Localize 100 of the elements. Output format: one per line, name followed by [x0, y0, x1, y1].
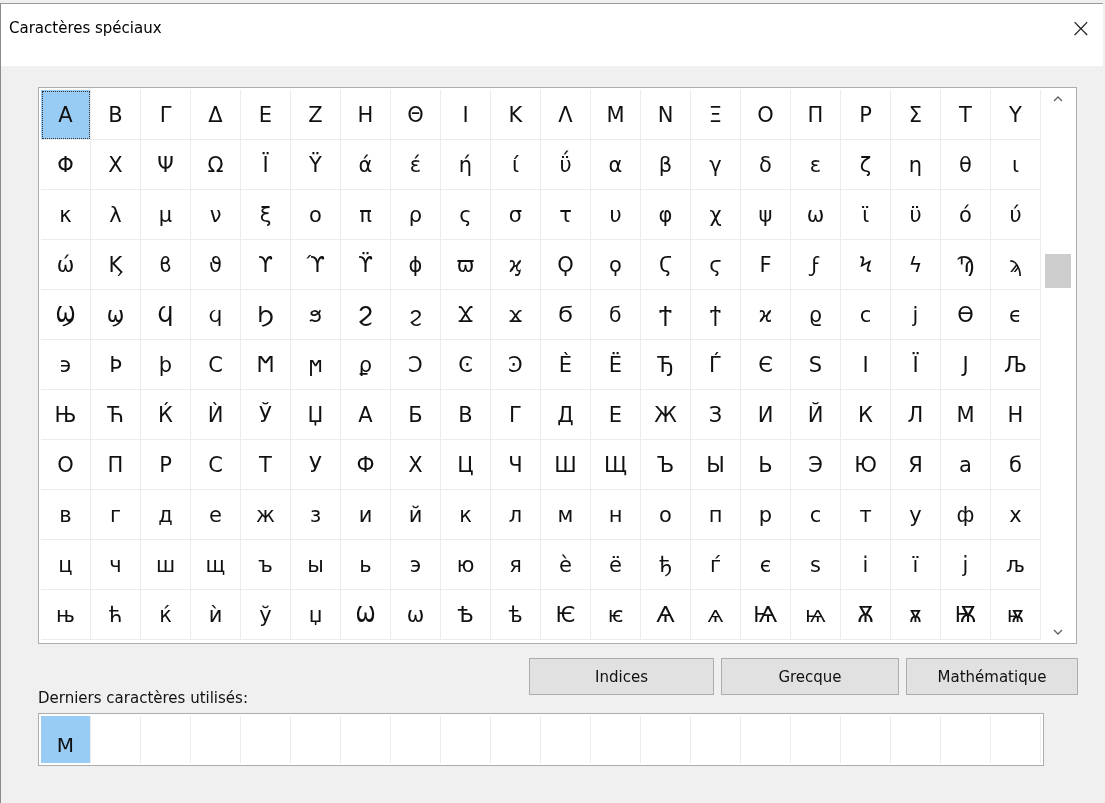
character-cell[interactable]: ϐ — [141, 240, 191, 290]
character-cell[interactable]: Ω — [191, 140, 241, 190]
character-cell[interactable]: Λ — [541, 90, 591, 140]
character-cell[interactable]: Ϩ — [341, 290, 391, 340]
character-cell[interactable]: с — [791, 490, 841, 540]
character-cell[interactable]: Ϯ — [641, 290, 691, 340]
character-cell[interactable]: ѫ — [891, 590, 941, 640]
character-cell[interactable]: ѓ — [691, 540, 741, 590]
character-cell[interactable]: Ͼ — [441, 340, 491, 390]
character-cell[interactable]: у — [891, 490, 941, 540]
character-cell[interactable]: з — [291, 490, 341, 540]
character-cell[interactable]: Щ — [591, 440, 641, 490]
character-cell[interactable]: Ϲ — [191, 340, 241, 390]
character-cell[interactable]: Ν — [641, 90, 691, 140]
character-cell[interactable]: δ — [741, 140, 791, 190]
character-cell[interactable]: м — [541, 490, 591, 540]
character-cell[interactable]: ξ — [241, 190, 291, 240]
character-cell[interactable]: Ξ — [691, 90, 741, 140]
character-cell[interactable]: Ѐ — [541, 340, 591, 390]
character-cell[interactable]: Г — [491, 390, 541, 440]
character-cell[interactable]: η — [891, 140, 941, 190]
character-cell[interactable]: φ — [641, 190, 691, 240]
character-cell[interactable]: Ѝ — [191, 390, 241, 440]
character-cell[interactable]: Γ — [141, 90, 191, 140]
character-cell[interactable]: ϑ — [191, 240, 241, 290]
character-cell[interactable]: ц — [41, 540, 91, 590]
character-cell[interactable]: ϭ — [591, 290, 641, 340]
character-cell[interactable]: М — [941, 390, 991, 440]
character-cell[interactable]: О — [41, 440, 91, 490]
character-cell[interactable]: ѧ — [691, 590, 741, 640]
character-cell[interactable]: Ͻ — [391, 340, 441, 390]
character-cell[interactable]: Ѫ — [841, 590, 891, 640]
character-cell[interactable]: ϒ — [241, 240, 291, 290]
character-cell[interactable]: І — [841, 340, 891, 390]
character-cell[interactable]: И — [741, 390, 791, 440]
character-cell[interactable]: ж — [241, 490, 291, 540]
character-cell[interactable]: γ — [691, 140, 741, 190]
category-button[interactable]: Grecque — [721, 658, 899, 695]
character-cell[interactable]: Α — [41, 90, 91, 140]
character-cell[interactable]: ы — [291, 540, 341, 590]
character-cell[interactable]: ϕ — [391, 240, 441, 290]
character-cell[interactable]: Ϋ — [291, 140, 341, 190]
character-cell[interactable]: ά — [341, 140, 391, 190]
character-cell[interactable]: ϗ — [491, 240, 541, 290]
character-cell[interactable]: Μ — [591, 90, 641, 140]
character-cell[interactable]: в — [41, 490, 91, 540]
character-cell[interactable]: э — [391, 540, 441, 590]
character-cell[interactable]: щ — [191, 540, 241, 590]
character-cell[interactable]: ϥ — [191, 290, 241, 340]
character-cell[interactable]: ѝ — [191, 590, 241, 640]
character-cell[interactable]: В — [441, 390, 491, 440]
character-cell[interactable]: и — [341, 490, 391, 540]
character-cell[interactable]: ѣ — [491, 590, 541, 640]
character-cell[interactable]: ΰ — [541, 140, 591, 190]
character-cell[interactable]: Ϫ — [441, 290, 491, 340]
character-cell[interactable]: Ϙ — [541, 240, 591, 290]
character-cell[interactable]: є — [741, 540, 791, 590]
character-cell[interactable]: ω — [791, 190, 841, 240]
character-cell[interactable]: ϻ — [291, 340, 341, 390]
character-cell[interactable]: ϰ — [741, 290, 791, 340]
character-cell[interactable]: Ц — [441, 440, 491, 490]
character-cell[interactable]: Ι — [441, 90, 491, 140]
character-cell[interactable]: ї — [891, 540, 941, 590]
character-cell[interactable]: Я — [891, 440, 941, 490]
character-cell[interactable]: Ќ — [141, 390, 191, 440]
character-cell[interactable]: ϫ — [491, 290, 541, 340]
character-cell[interactable]: ϼ — [341, 340, 391, 390]
character-cell[interactable]: ѡ — [391, 590, 441, 640]
character-cell[interactable]: џ — [291, 590, 341, 640]
character-cell[interactable]: π — [341, 190, 391, 240]
character-cell[interactable]: ј — [941, 540, 991, 590]
recent-character-cell[interactable]: M — [41, 716, 91, 763]
character-cell[interactable]: т — [841, 490, 891, 540]
character-cell[interactable]: θ — [941, 140, 991, 190]
character-cell[interactable]: Ϭ — [541, 290, 591, 340]
character-cell[interactable]: ψ — [741, 190, 791, 240]
character-cell[interactable]: Δ — [191, 90, 241, 140]
character-cell[interactable]: Ρ — [841, 90, 891, 140]
character-cell[interactable]: ϲ — [841, 290, 891, 340]
character-cell[interactable]: Ю — [841, 440, 891, 490]
character-cell[interactable]: Й — [791, 390, 841, 440]
character-cell[interactable]: ϱ — [791, 290, 841, 340]
character-cell[interactable]: Ϊ — [241, 140, 291, 190]
character-cell[interactable]: Ο — [741, 90, 791, 140]
character-cell[interactable]: Ϧ — [241, 290, 291, 340]
character-cell[interactable]: Э — [791, 440, 841, 490]
character-cell[interactable]: У — [291, 440, 341, 490]
character-cell[interactable]: μ — [141, 190, 191, 240]
character-cell[interactable]: ќ — [141, 590, 191, 640]
character-cell[interactable]: ϝ — [791, 240, 841, 290]
character-cell[interactable]: ϳ — [891, 290, 941, 340]
character-cell[interactable]: і — [841, 540, 891, 590]
character-cell[interactable]: Κ — [491, 90, 541, 140]
character-cell[interactable]: ѕ — [791, 540, 841, 590]
character-cell[interactable]: ϙ — [591, 240, 641, 290]
character-cell[interactable]: г — [91, 490, 141, 540]
character-cell[interactable]: о — [641, 490, 691, 540]
character-cell[interactable]: υ — [591, 190, 641, 240]
close-button[interactable]: × — [1059, 8, 1103, 48]
character-cell[interactable]: Џ — [291, 390, 341, 440]
